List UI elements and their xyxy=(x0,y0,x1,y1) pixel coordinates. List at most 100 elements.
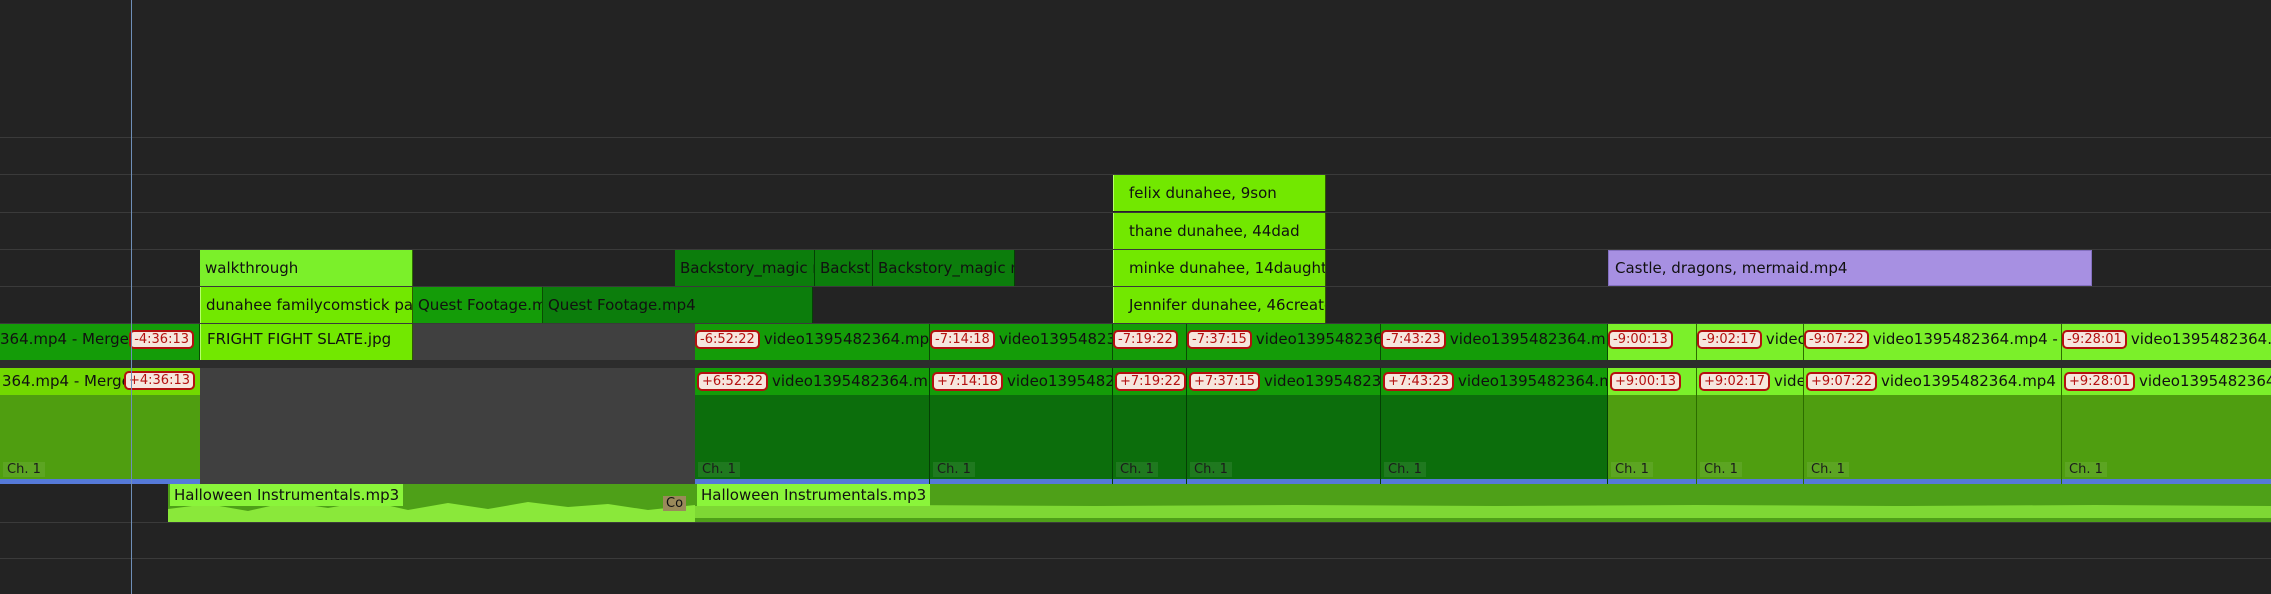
music-clip[interactable]: Halloween Instrumentals.mp3 xyxy=(695,484,2271,522)
clip-label: vide xyxy=(1774,372,1804,390)
channel-label: Ch. 1 xyxy=(3,462,45,477)
video-clip[interactable]: 364.mp4 - Merged [V -4:36:13 xyxy=(0,324,200,360)
clip-label: video1395482364.mp4 - Merg xyxy=(1872,330,2061,348)
clip-label: Castle, dragons, mermaid.mp4 xyxy=(1615,259,1848,277)
track-separator xyxy=(0,360,2271,368)
channel-label: Ch. 1 xyxy=(2065,462,2107,477)
clip-jennifer[interactable]: Jennifer dunahee, 46creator, m xyxy=(1113,287,1326,323)
audio-track: 364.mp4 - Merged [A +4:36:13 Ch. 1 +6:52… xyxy=(0,368,2271,484)
transition-marker[interactable]: Co xyxy=(663,496,687,511)
clip-walkthrough[interactable]: walkthrough xyxy=(200,250,413,286)
offset-badge: +9:28:01 xyxy=(2064,372,2136,391)
clip-backstory-3[interactable]: Backstory_magic mirr xyxy=(873,250,1015,286)
offset-badge: -7:14:18 xyxy=(930,330,995,349)
video-clip[interactable]: -7:14:18video1395482364 xyxy=(930,324,1113,360)
clip-label: video xyxy=(1765,330,1804,348)
offset-badge: -7:19:22 xyxy=(1113,330,1178,349)
offset-badge: -9:02:17 xyxy=(1697,330,1762,349)
audio-clip[interactable]: 364.mp4 - Merged [A +4:36:13 Ch. 1 xyxy=(0,368,200,484)
clip-dunahee-family[interactable]: dunahee familycomstick park, mi xyxy=(200,287,413,323)
clip-label: walkthrough xyxy=(205,259,299,277)
track-separator xyxy=(0,522,2271,523)
clip-castle[interactable]: Castle, dragons, mermaid.mp4 xyxy=(1608,250,2092,286)
clip-label: video1395482364.mp4 - xyxy=(1449,330,1608,348)
audio-clip[interactable]: +7:37:15video1395482364. Ch. 1 xyxy=(1187,368,1381,484)
clip-backstory-1[interactable]: Backstory_magic mir xyxy=(675,250,815,286)
audio-clip[interactable]: +9:07:22video1395482364.mp4 - Merg Ch. 1 xyxy=(1804,368,2062,484)
offset-badge: +9:02:17 xyxy=(1699,372,1771,391)
clip-label: video1395482364. xyxy=(1264,372,1381,390)
video-clip[interactable]: -7:37:15video1395482364. xyxy=(1187,324,1381,360)
clip-label: Halloween Instrumentals.mp3 xyxy=(170,484,404,506)
video-clip[interactable]: -9:00:13 xyxy=(1608,324,1697,360)
clip-label: video1395482364.mp4 - xyxy=(1458,372,1607,390)
clip-label: Quest Footage.mp xyxy=(418,296,543,314)
offset-badge: -7:43:23 xyxy=(1381,330,1446,349)
clip-label: video1395482364. xyxy=(1255,330,1381,348)
clip-label: video1395482364 xyxy=(998,330,1112,348)
playhead[interactable] xyxy=(131,0,132,594)
audio-clip[interactable]: +9:02:17 vide Ch. 1 xyxy=(1697,368,1804,484)
channel-label: Ch. 1 xyxy=(1116,462,1158,477)
clip-backstory-2[interactable]: Backst xyxy=(815,250,873,286)
offset-badge: -9:00:13 xyxy=(1608,330,1673,349)
channel-label: Ch. 1 xyxy=(1700,462,1742,477)
video-clip[interactable]: -9:07:22video1395482364.mp4 - Merg xyxy=(1804,324,2062,360)
clip-label: Backstory_magic mir xyxy=(680,259,814,277)
clip-thane[interactable]: thane dunahee, 44dad xyxy=(1113,213,1326,249)
timeline-gap xyxy=(413,324,695,360)
clip-label: thane dunahee, 44dad xyxy=(1129,222,1300,240)
audio-clip[interactable]: +7:43:23video1395482364.mp4 - Ch. 1 xyxy=(1381,368,1608,484)
offset-badge: +7:37:15 xyxy=(1189,372,1261,391)
music-clip[interactable]: Halloween Instrumentals.mp3 Co xyxy=(168,484,695,522)
offset-badge: +7:19:22 xyxy=(1115,372,1186,391)
clip-minke[interactable]: minke dunahee, 14daughter xyxy=(1113,250,1326,286)
audio-clip[interactable]: +6:52:22video1395482364.mp4 - M Ch. 1 xyxy=(695,368,930,484)
audio-clip[interactable]: +7:14:18video1395482364 Ch. 1 xyxy=(930,368,1113,484)
clip-label: Halloween Instrumentals.mp3 xyxy=(697,484,931,506)
offset-badge: +7:43:23 xyxy=(1383,372,1455,391)
offset-badge: -6:52:22 xyxy=(695,330,760,349)
channel-label: Ch. 1 xyxy=(1384,462,1426,477)
offset-badge: +7:14:18 xyxy=(932,372,1004,391)
clip-felix[interactable]: felix dunahee, 9son xyxy=(1113,175,1326,211)
offset-badge: +4:36:13 xyxy=(123,371,195,390)
clip-quest-footage-1[interactable]: Quest Footage.mp xyxy=(413,287,543,323)
video-clip[interactable]: -7:43:23video1395482364.mp4 - xyxy=(1381,324,1608,360)
offset-badge: -9:28:01 xyxy=(2062,330,2127,349)
track-separator xyxy=(0,558,2271,559)
channel-label: Ch. 1 xyxy=(933,462,975,477)
video-clip[interactable]: -9:28:01video1395482364.mp4 xyxy=(2062,324,2271,360)
audio-clip[interactable]: +7:19:22 Ch. 1 xyxy=(1113,368,1187,484)
offset-badge: +6:52:22 xyxy=(697,372,769,391)
clip-fright-slate[interactable]: FRIGHT FIGHT SLATE.jpg xyxy=(200,324,413,360)
clip-label: Backstory_magic mirr xyxy=(878,259,1014,277)
video-clip[interactable]: -9:02:17 video xyxy=(1697,324,1804,360)
channel-label: Ch. 1 xyxy=(1807,462,1849,477)
clip-label: Jennifer dunahee, 46creator, m xyxy=(1129,296,1325,314)
clip-label: video1395482364.mp4 - M xyxy=(763,330,930,348)
channel-label: Ch. 1 xyxy=(698,462,740,477)
video-clip[interactable]: -6:52:22video1395482364.mp4 - M xyxy=(695,324,930,360)
audio-clip[interactable]: +9:28:01video1395482364.mp4 Ch. 1 xyxy=(2062,368,2271,484)
clip-label: video1395482364.mp4 - Merg xyxy=(1881,372,2061,390)
clip-label: felix dunahee, 9son xyxy=(1129,184,1277,202)
audio-clip[interactable]: +9:00:13 Ch. 1 xyxy=(1608,368,1697,484)
offset-badge: -9:07:22 xyxy=(1804,330,1869,349)
clip-label: Quest Footage.mp4 xyxy=(548,296,696,314)
timeline-gap xyxy=(200,368,695,484)
offset-badge: -7:37:15 xyxy=(1187,330,1252,349)
clip-label: FRIGHT FIGHT SLATE.jpg xyxy=(207,330,392,348)
video-track: 364.mp4 - Merged [V -4:36:13 FRIGHT FIGH… xyxy=(0,324,2271,360)
clip-quest-footage-2[interactable]: Quest Footage.mp4 xyxy=(543,287,813,323)
clip-label: video1395482364.mp4 - M xyxy=(772,372,930,390)
channel-label: Ch. 1 xyxy=(1190,462,1232,477)
offset-badge: +9:07:22 xyxy=(1806,372,1878,391)
waveform xyxy=(695,505,2271,518)
clip-label: dunahee familycomstick park, mi xyxy=(206,296,413,314)
clip-label: video1395482364.mp4 xyxy=(2139,372,2271,390)
clip-label: minke dunahee, 14daughter xyxy=(1129,259,1326,277)
track-separator xyxy=(0,137,2271,138)
clip-label: Backst xyxy=(820,259,871,277)
video-clip[interactable]: -7:19:22 xyxy=(1113,324,1187,360)
